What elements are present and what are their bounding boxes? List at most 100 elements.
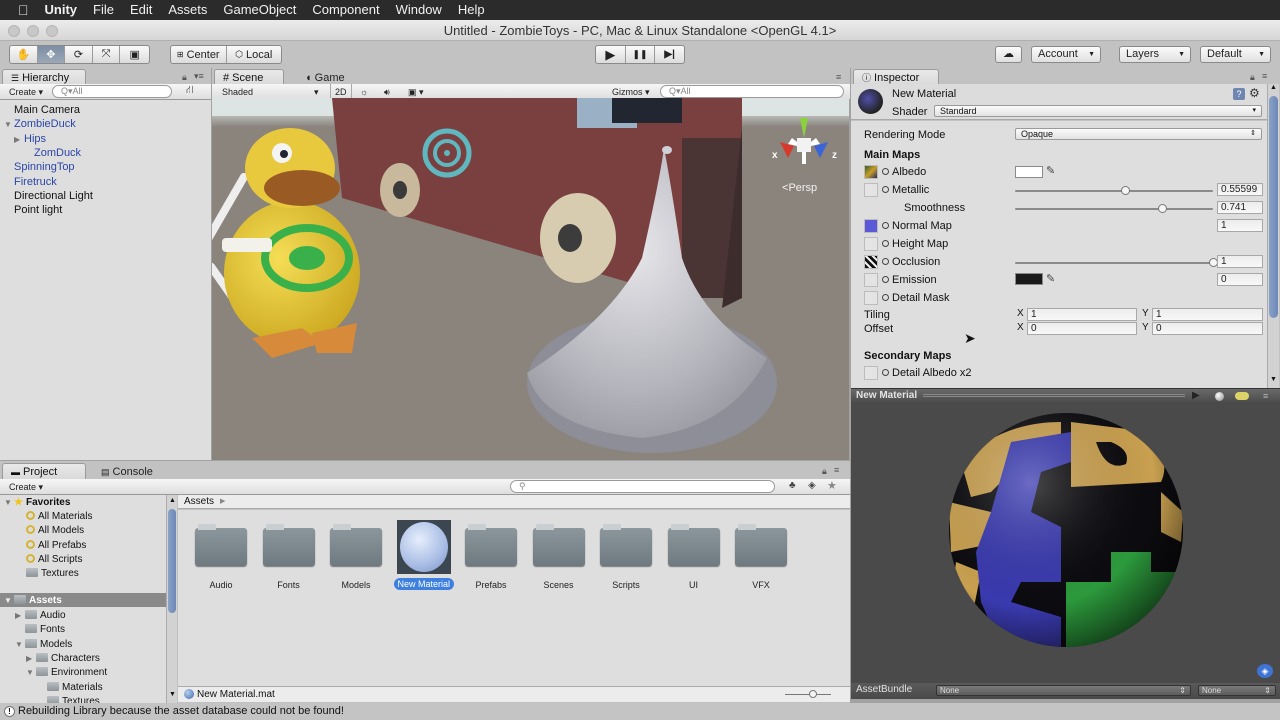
metallic-value-field[interactable]: 0.55599 [1217,183,1263,196]
hierarchy-item[interactable]: Directional Light [4,189,93,203]
asset-folder[interactable]: UI [664,520,724,590]
hierarchy-item[interactable]: ▼ ZombieDuck [4,117,76,132]
minimize-window-button[interactable] [27,25,39,37]
albedo-color-swatch[interactable] [1015,166,1043,178]
project-tree-scroll-thumb[interactable] [168,509,176,613]
asset-bundle-name-dropdown[interactable]: None ⇕ [936,685,1191,696]
favorites-node[interactable]: ▼ ★ Favorites [4,496,70,509]
panel-menu-icon[interactable]: ≡ [836,72,841,82]
albedo-texture-slot[interactable] [864,165,878,179]
asset-material[interactable]: New Material [393,520,455,590]
scale-tool-button[interactable]: ⤧ [93,46,121,63]
menu-gameobject[interactable]: GameObject [215,0,304,20]
close-window-button[interactable] [8,25,20,37]
tab-project[interactable]: ▬ Project [2,463,86,480]
hierarchy-item[interactable]: SpinningTop [4,160,75,174]
pause-button[interactable]: ❚❚ [626,46,656,63]
normal-map-label[interactable]: Normal Map [882,219,952,233]
offset-y-field[interactable]: 0 [1152,322,1263,335]
project-tree-scrollbar[interactable]: ▲ ▼ [166,495,177,703]
project-tree-item[interactable]: ▼ Models [15,638,72,651]
metallic-texture-slot[interactable] [864,183,878,197]
panel-menu-icon[interactable]: ▾≡ [194,71,204,82]
scroll-up-icon[interactable]: ▲ [1270,84,1277,91]
projection-toggle[interactable]: <Persp [782,182,817,194]
panel-menu-icon[interactable]: ≡ [1262,71,1267,81]
hierarchy-search-input[interactable]: Q▾All [52,85,172,98]
hierarchy-item[interactable]: ▶ Hips [14,132,46,147]
filter-by-label-icon[interactable]: ◈ [808,480,816,491]
inspector-scroll-thumb[interactable] [1269,96,1278,318]
zoom-window-button[interactable] [46,25,58,37]
occlusion-slider-track[interactable] [1015,262,1213,264]
hierarchy-item[interactable]: Firetruck [4,175,57,189]
scene-orientation-gizmo[interactable]: x z [770,116,840,186]
emission-value-field[interactable]: 0 [1217,273,1263,286]
scroll-down-icon[interactable]: ▼ [1270,376,1277,383]
layout-dropdown[interactable]: Default ▼ [1200,46,1271,63]
project-tree-item[interactable]: ▶ Audio [15,609,66,622]
step-button[interactable]: ▶| [655,46,684,63]
smoothness-value-field[interactable]: 0.741 [1217,201,1263,214]
expand-arrow-open-icon[interactable]: ▼ [4,118,14,132]
metallic-slider-track[interactable] [1015,190,1213,192]
scene-viewport[interactable]: x z <Persp [212,98,849,460]
asset-label-tag-icon[interactable]: ◈ [1257,664,1273,678]
layers-dropdown[interactable]: Layers ▼ [1119,46,1191,63]
detail-mask-texture-slot[interactable] [864,291,878,305]
asset-folder[interactable]: Prefabs [461,520,521,590]
emission-texture-slot[interactable] [864,273,878,287]
asset-folder[interactable]: Scripts [596,520,656,590]
project-tree-item[interactable]: ▼ Environment [26,666,107,679]
favorite-item[interactable]: All Prefabs [26,539,86,552]
cloud-button[interactable]: ☁ [995,46,1022,63]
height-map-label[interactable]: Height Map [882,237,948,251]
shader-dropdown[interactable]: Standard ▾ [934,105,1262,117]
detail-albedo-label[interactable]: Detail Albedo x2 [882,366,972,380]
height-map-texture-slot[interactable] [864,237,878,251]
smoothness-slider-track[interactable] [1015,208,1213,210]
occlusion-value-field[interactable]: 1 [1217,255,1263,268]
apple-icon[interactable]:  [0,0,35,20]
project-tree-item[interactable]: ▶ Characters [26,652,100,665]
icon-size-slider-handle[interactable] [809,690,817,698]
occlusion-texture-slot[interactable] [864,255,878,269]
gear-icon[interactable]: ⚙ [1249,86,1260,100]
rendering-mode-dropdown[interactable]: Opaque ⇕ [1015,128,1262,140]
occlusion-label[interactable]: Occlusion [882,255,940,269]
normal-map-texture-slot[interactable] [864,219,878,233]
hierarchy-item[interactable]: ZomDuck [24,146,81,160]
project-tree-item[interactable]: Materials [37,681,103,694]
pivot-center-button[interactable]: ⊞ Center [171,46,227,63]
menu-file[interactable]: File [85,0,122,20]
scroll-down-icon[interactable]: ▼ [169,691,176,698]
scene-search-input[interactable]: Q▾All [660,85,844,98]
expand-arrow-open-icon[interactable]: ▼ [15,638,25,651]
lock-icon[interactable]: 🔒︎ [822,466,827,477]
hierarchy-create-dropdown[interactable]: Create ▾ [9,84,43,100]
expand-arrow-open-icon[interactable]: ▼ [26,666,36,679]
preview-play-icon[interactable]: ▶ [1192,389,1200,403]
asset-folder[interactable]: VFX [731,520,791,590]
rotate-tool-button[interactable]: ⟳ [65,46,93,63]
scroll-up-icon[interactable]: ▲ [169,497,176,504]
rect-tool-button[interactable]: ▣ [120,46,149,63]
favorite-textures[interactable]: Textures [26,567,79,580]
asset-folder[interactable]: Fonts [259,520,319,590]
emission-label[interactable]: Emission [882,273,937,287]
expand-arrow-open-icon[interactable]: ▼ [4,594,14,607]
lock-icon[interactable]: 🔒︎ [1250,72,1255,83]
asset-folder[interactable]: Scenes [529,520,589,590]
hierarchy-item[interactable]: Point light [4,203,62,217]
account-dropdown[interactable]: Account ▼ [1031,46,1101,63]
favorite-item[interactable]: All Materials [26,510,92,523]
smoothness-slider-handle[interactable] [1157,204,1167,213]
metallic-label[interactable]: Metallic [882,183,929,197]
hierarchy-item[interactable]: Main Camera [4,103,80,117]
asset-bundle-variant-dropdown[interactable]: None ⇕ [1198,685,1276,696]
expand-arrow-open-icon[interactable]: ▼ [4,496,14,509]
tiling-x-field[interactable]: 1 [1027,308,1137,321]
menu-help[interactable]: Help [450,0,493,20]
panel-menu-icon[interactable]: ≡ [834,465,839,475]
menu-app-name[interactable]: Unity [35,0,86,20]
